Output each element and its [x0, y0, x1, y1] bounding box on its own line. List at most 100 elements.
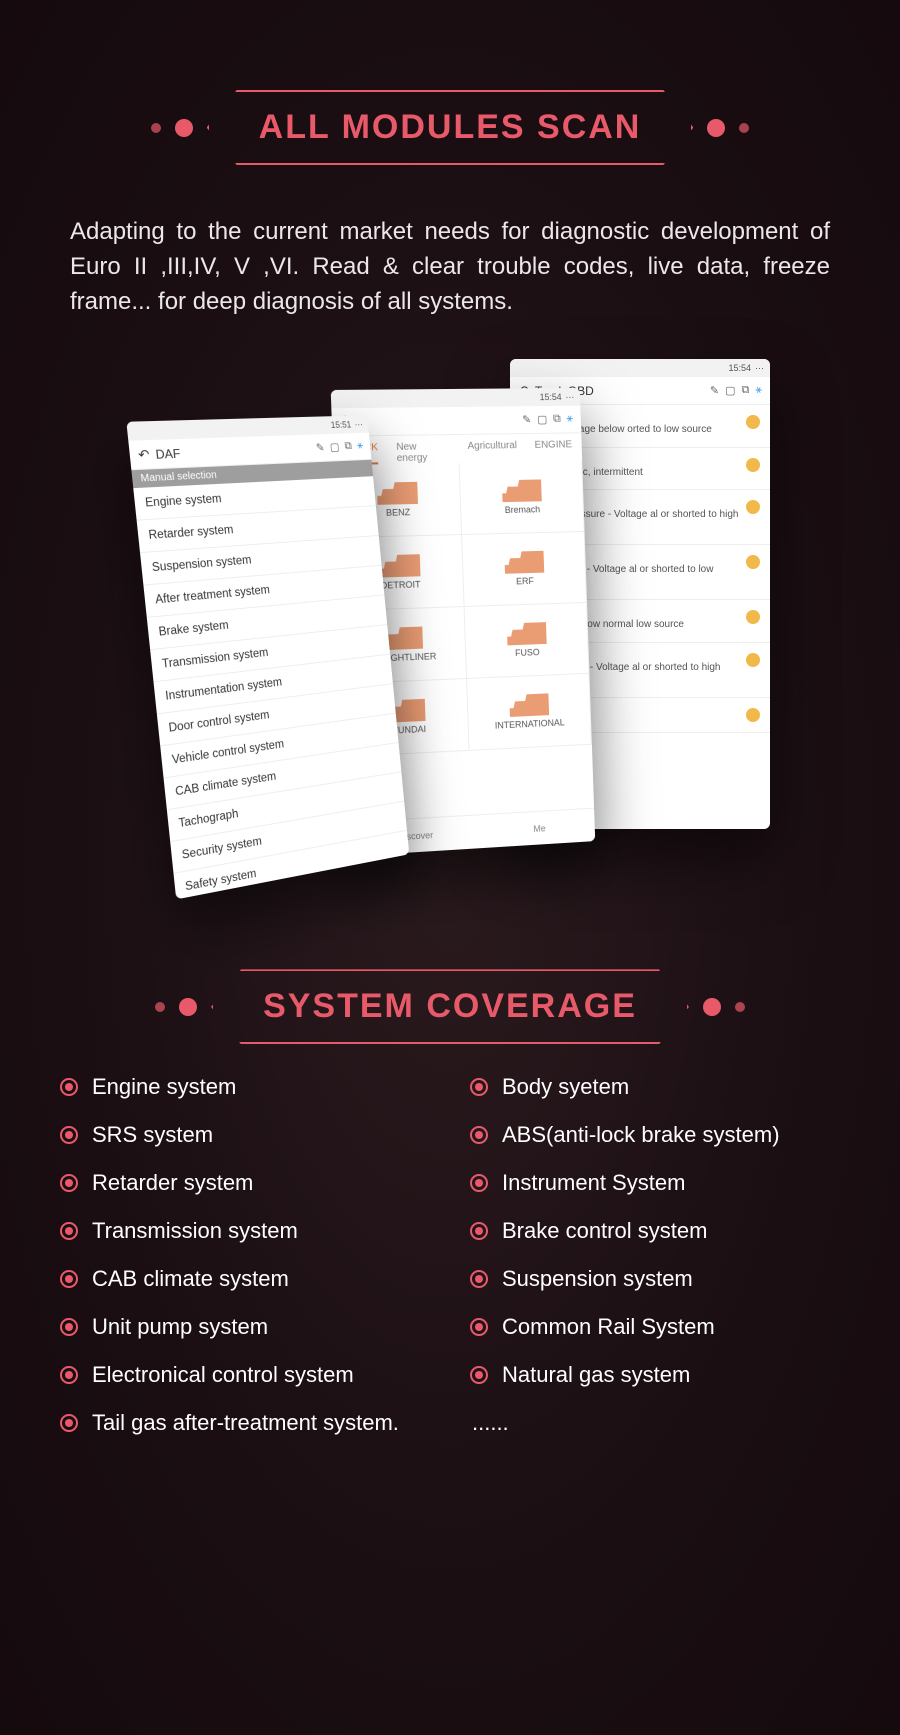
tab: Agricultural: [467, 441, 517, 464]
bullet-ring-icon: [470, 1270, 488, 1288]
bullet-ring-icon: [60, 1078, 78, 1096]
coverage-label: Unit pump system: [92, 1314, 268, 1340]
brand-label: ERF: [516, 576, 534, 586]
screenshot-icon: ⧉: [553, 413, 561, 426]
coverage-label: Body syetem: [502, 1074, 629, 1100]
brand-label: Bremach: [505, 505, 541, 516]
bullet-ring-icon: [60, 1366, 78, 1384]
coverage-label: Tail gas after-treatment system.: [92, 1410, 399, 1436]
coin-icon: [746, 458, 760, 472]
heading-system-coverage: SYSTEM COVERAGE: [211, 969, 689, 1044]
coin-icon: [746, 708, 760, 722]
coverage-item: Common Rail System: [470, 1314, 840, 1340]
brand-cell: FUSO: [465, 603, 590, 679]
description-text: Adapting to the current market needs for…: [70, 215, 830, 319]
bullet-ring-icon: [60, 1222, 78, 1240]
note-icon: ✎: [315, 441, 325, 454]
coverage-item: Engine system: [60, 1074, 430, 1100]
heading-all-modules: ALL MODULES SCAN: [207, 90, 694, 165]
coverage-ellipsis: ......: [470, 1410, 840, 1436]
decor-dot-icon: [703, 998, 721, 1016]
bullet-ring-icon: [470, 1126, 488, 1144]
brand-cell: ERF: [462, 532, 587, 607]
coin-icon: [746, 415, 760, 429]
note-icon: ✎: [522, 414, 531, 427]
bullet-ring-icon: [470, 1174, 488, 1192]
brand-label: DETROIT: [381, 580, 421, 591]
coverage-item: Transmission system: [60, 1218, 430, 1244]
coverage-label: Electronical control system: [92, 1362, 354, 1388]
status-time: 15:54: [539, 392, 561, 402]
brand-label: FUSO: [515, 648, 540, 659]
coin-icon: [746, 653, 760, 667]
decor-dot-icon: [179, 998, 197, 1016]
bullet-ring-icon: [470, 1366, 488, 1384]
status-time: 15:51: [330, 420, 351, 430]
bluetooth-icon: ⚹: [566, 413, 573, 426]
coverage-label: SRS system: [92, 1122, 213, 1148]
screenshot-icon: ⧉: [742, 384, 750, 397]
bullet-ring-icon: [470, 1078, 488, 1096]
phone-screenshot-daf: 15:51⋯ DAF ✎▢⧉⚹ Manual selection Engine …: [126, 416, 409, 900]
brand-label: BENZ: [386, 508, 411, 519]
decor-dot-icon: [155, 1002, 165, 1012]
bluetooth-icon: ⚹: [357, 440, 364, 453]
screenshot-icon: ⧉: [344, 441, 352, 454]
coverage-col-right: Body syetem ABS(anti-lock brake system) In…: [470, 1074, 840, 1436]
coverage-label: Retarder system: [92, 1170, 253, 1196]
phone-screenshots-group: 15:51⋯ DAF ✎▢⧉⚹ Manual selection Engine …: [0, 329, 900, 969]
decor-dot-icon: [151, 123, 161, 133]
brand-cell: INTERNATIONAL: [467, 674, 592, 751]
coverage-label: Common Rail System: [502, 1314, 715, 1340]
brand-label: INTERNATIONAL: [495, 718, 565, 731]
coverage-label: Transmission system: [92, 1218, 298, 1244]
truck-icon: [507, 622, 547, 645]
heading-row-system-coverage: SYSTEM COVERAGE: [0, 969, 900, 1044]
brand-cell: Bremach: [460, 461, 585, 535]
bullet-ring-icon: [60, 1270, 78, 1288]
app-bar-icons: ✎▢⧉⚹: [522, 413, 573, 426]
coverage-label: Brake control system: [502, 1218, 707, 1244]
coin-icon: [746, 555, 760, 569]
truck-icon: [379, 555, 420, 578]
bullet-ring-icon: [60, 1174, 78, 1192]
bullet-ring-icon: [470, 1222, 488, 1240]
decor-dot-icon: [707, 119, 725, 137]
coverage-item: Electronical control system: [60, 1362, 430, 1388]
coverage-item: SRS system: [60, 1122, 430, 1148]
nav-me: Me: [533, 823, 546, 834]
coverage-item: Suspension system: [470, 1266, 840, 1292]
coverage-item: Body syetem: [470, 1074, 840, 1100]
tab: ENGINE: [534, 440, 572, 462]
coverage-label: ABS(anti-lock brake system): [502, 1122, 780, 1148]
coverage-item: Unit pump system: [60, 1314, 430, 1340]
app-bar-title: DAF: [155, 446, 181, 462]
coin-icon: [746, 610, 760, 624]
back-icon: [137, 446, 150, 463]
bullet-ring-icon: [470, 1318, 488, 1336]
truck-icon: [509, 694, 549, 718]
coin-icon: [746, 500, 760, 514]
coverage-label: CAB climate system: [92, 1266, 289, 1292]
coverage-item: ABS(anti-lock brake system): [470, 1122, 840, 1148]
decor-dot-icon: [735, 1002, 745, 1012]
coverage-label: Natural gas system: [502, 1362, 690, 1388]
bluetooth-icon: ⚹: [755, 384, 762, 397]
truck-icon: [502, 480, 542, 503]
truck-icon: [504, 551, 544, 574]
coverage-columns: Engine system SRS system Retarder system Tr…: [60, 1074, 840, 1436]
coverage-item: Tail gas after-treatment system.: [60, 1410, 430, 1436]
coverage-item: Retarder system: [60, 1170, 430, 1196]
coverage-item: Instrument System: [470, 1170, 840, 1196]
coverage-item: CAB climate system: [60, 1266, 430, 1292]
decor-dot-icon: [175, 119, 193, 137]
coverage-item: Brake control system: [470, 1218, 840, 1244]
truck-icon: [377, 482, 418, 505]
heading-row-all-modules: ALL MODULES SCAN: [0, 90, 900, 165]
coverage-col-left: Engine system SRS system Retarder system Tr…: [60, 1074, 430, 1436]
app-bar-icons: ✎▢⧉⚹: [710, 384, 762, 397]
decor-dot-icon: [739, 123, 749, 133]
bullet-ring-icon: [60, 1414, 78, 1432]
coverage-label: Suspension system: [502, 1266, 693, 1292]
camera-icon: ▢: [329, 441, 340, 454]
